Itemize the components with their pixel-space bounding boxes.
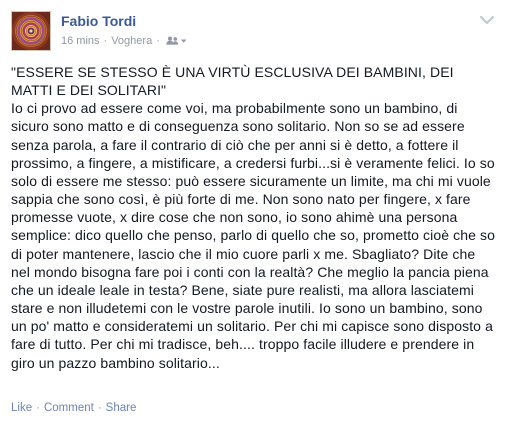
friends-icon [166,36,187,45]
meta-separator: · [103,35,108,47]
post-title-quote: "ESSERE SE STESSO È UNA VIRTÙ ESCLUSIVA … [11,64,454,99]
mandala-avatar-icon [12,12,50,50]
author-avatar[interactable] [11,11,51,51]
audience-chevron-icon [180,39,187,43]
audience-selector[interactable] [166,36,187,46]
chevron-down-icon [479,15,495,25]
action-separator: · [36,402,40,414]
post-timestamp[interactable]: 16 mins [61,35,100,47]
action-separator-2: · [97,402,102,414]
like-link[interactable]: Like [11,402,32,414]
post-body: "ESSERE SE STESSO È UNA VIRTÙ ESCLUSIVA … [11,63,497,372]
post-meta: 16 mins · Voghera · [61,35,187,47]
meta-separator-2: · [156,35,160,47]
comment-link[interactable]: Comment [44,402,94,414]
share-link[interactable]: Share [106,402,137,414]
post-options-button[interactable] [479,14,495,26]
post-card: Fabio Tordi 16 mins · Voghera · "ESSERE … [0,0,506,425]
author-name[interactable]: Fabio Tordi [61,13,136,29]
post-location[interactable]: Voghera [111,35,152,47]
post-actions: Like · Comment · Share [11,402,136,414]
post-text: Io ci provo ad essere come voi, ma proba… [11,100,495,371]
